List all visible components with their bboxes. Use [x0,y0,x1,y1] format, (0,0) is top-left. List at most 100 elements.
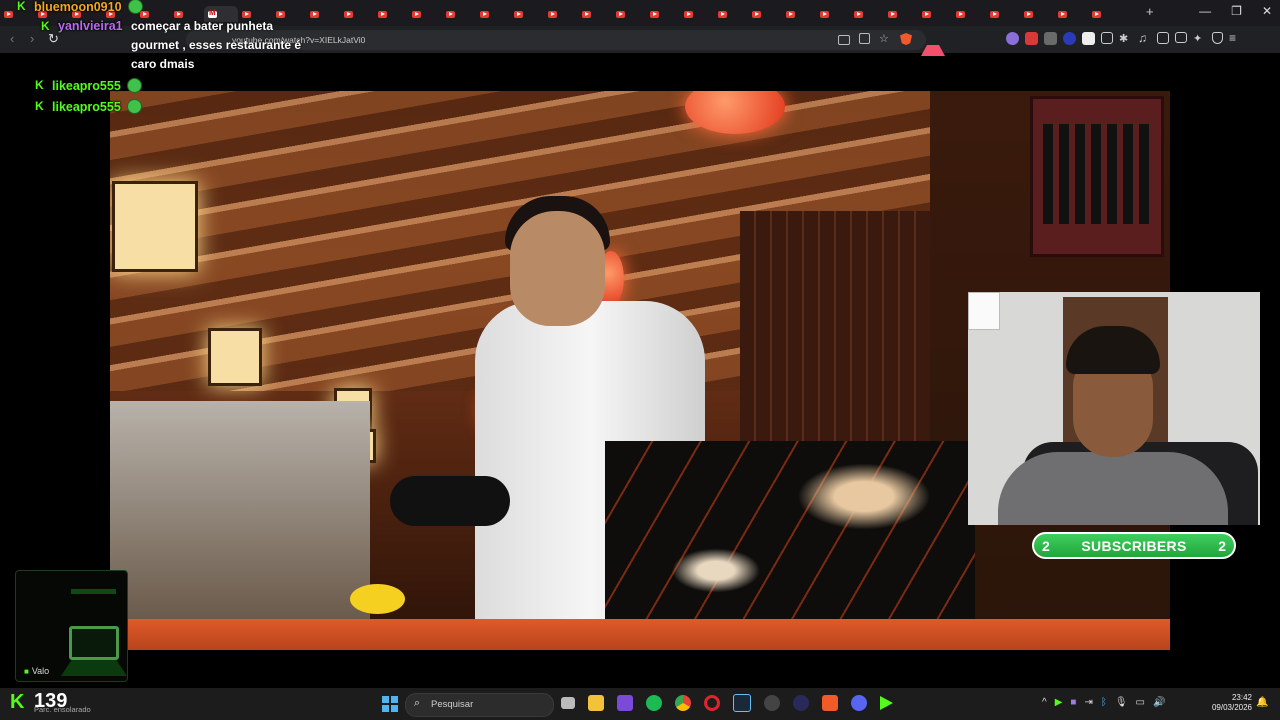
extension-icon[interactable] [1044,32,1057,45]
youtube-icon [922,10,931,18]
extension-icon[interactable] [1006,32,1019,45]
emote-icon [126,78,142,93]
cast-icon[interactable] [838,35,850,45]
app-icon[interactable] [793,695,809,711]
puzzle-icon[interactable]: ✱ [1119,32,1132,45]
extensions-area: ✱ ♫ ✦ ≡ [1006,32,1242,45]
chat-message: K yanlvieira1 [41,19,123,33]
volume-icon[interactable]: 🔊 [1153,697,1165,708]
browser-tab[interactable] [952,6,986,22]
play-icon[interactable]: ▶ [1055,697,1063,708]
chat-username: likeapro555 [52,78,121,93]
browser-tab[interactable] [714,6,748,22]
youtube-icon [378,10,387,18]
browser-tab[interactable] [442,6,476,22]
weather-status[interactable]: Parc. ensolarado [34,705,91,714]
new-tab-button[interactable]: + [1146,4,1154,19]
browser-tab[interactable] [408,6,442,22]
vpn-icon[interactable] [1212,32,1223,44]
browser-tab[interactable] [850,6,884,22]
tray-app-icon[interactable]: ■ [1070,697,1076,708]
browser-tab[interactable] [612,6,646,22]
youtube-icon [1092,10,1101,18]
extension-icon[interactable] [1063,32,1076,45]
browser-tab[interactable] [374,6,408,22]
taskbar-search[interactable]: ⌕ Pesquisar [405,693,554,717]
chevron-up-icon[interactable]: ^ [1042,697,1047,708]
browser-tab[interactable] [782,6,816,22]
chat-message: K likeapro555 [35,78,142,93]
browser-tab[interactable] [646,6,680,22]
extension-icon[interactable] [1082,32,1095,45]
system-clock[interactable]: 23:42 09/03/2026 [1208,693,1252,713]
paper-lantern [112,181,198,272]
window-controls: — ❐ ✕ [1199,4,1272,18]
kick-badge-icon: K [17,0,26,13]
maximize-button[interactable]: ❐ [1231,4,1242,18]
reload-button[interactable]: ↻ [48,31,59,47]
steam-icon[interactable] [733,694,751,712]
browser-tab[interactable] [510,6,544,22]
app-icon[interactable] [764,695,780,711]
extension-icon[interactable] [1025,32,1038,45]
tray-app-icon[interactable]: ⇥ [1084,697,1092,708]
chef-glove [390,476,510,526]
media-icon[interactable]: ♫ [1138,32,1151,45]
youtube-icon [1024,10,1033,18]
browser-tab[interactable] [748,6,782,22]
apps-grid-icon[interactable] [617,695,633,711]
widget-label: Valo [24,666,49,676]
bookmark-icon[interactable]: ☆ [879,33,891,45]
forward-button[interactable]: › [30,31,34,46]
menu-icon[interactable]: ≡ [1229,32,1242,45]
browser-tab[interactable] [476,6,510,22]
chat-username: likeapro555 [52,99,121,114]
bluetooth-icon[interactable]: ᛒ [1101,697,1107,708]
webcam-overlay [968,292,1260,525]
brave-shields-icon[interactable] [900,33,912,45]
chat-username: bluemoon0910 [34,0,122,14]
windows-start-icon[interactable] [382,696,398,712]
browser-tab[interactable] [340,6,374,22]
wallet-icon[interactable] [1175,32,1187,43]
chat-message: K likeapro555 [35,99,142,114]
taskbar-apps [561,694,893,712]
sidebar-icon[interactable] [1157,32,1169,44]
network-icon[interactable]: ▭ [1136,697,1145,708]
browser-tab[interactable] [544,6,578,22]
browser-tab[interactable] [1054,6,1088,22]
wall-poster [1030,96,1164,257]
task-view-icon[interactable] [561,697,575,709]
youtube-icon [548,10,557,18]
extension-icon[interactable] [1101,32,1113,44]
share-icon[interactable] [859,33,870,44]
youtube-icon [344,10,353,18]
notification-icon[interactable]: 🔔 [1256,697,1268,708]
youtube-icon [956,10,965,18]
chrome-icon[interactable] [675,695,691,711]
leo-ai-icon[interactable]: ✦ [1193,32,1206,45]
browser-tab[interactable] [986,6,1020,22]
browser-tab[interactable] [884,6,918,22]
sushi-counter [110,619,1170,650]
microphone-icon[interactable]: 🎙 [1115,697,1128,708]
browser-tab[interactable] [918,6,952,22]
browser-tab[interactable] [816,6,850,22]
spotify-icon[interactable] [646,695,662,711]
discord-icon[interactable] [851,695,867,711]
wall-frame [968,292,1000,330]
brave-icon[interactable] [822,695,838,711]
media-player-icon[interactable] [880,696,893,710]
file-explorer-icon[interactable] [588,695,604,711]
youtube-icon [582,10,591,18]
browser-tab[interactable] [1088,6,1122,22]
back-button[interactable]: ‹ [10,31,14,46]
close-window-button[interactable]: ✕ [1262,4,1272,18]
browser-tab[interactable] [680,6,714,22]
brave-rewards-icon[interactable] [921,33,945,56]
browser-tab[interactable] [1020,6,1054,22]
browser-tab[interactable] [578,6,612,22]
marble-box [605,441,975,626]
minimize-button[interactable]: — [1199,4,1211,18]
opera-icon[interactable] [704,695,720,711]
